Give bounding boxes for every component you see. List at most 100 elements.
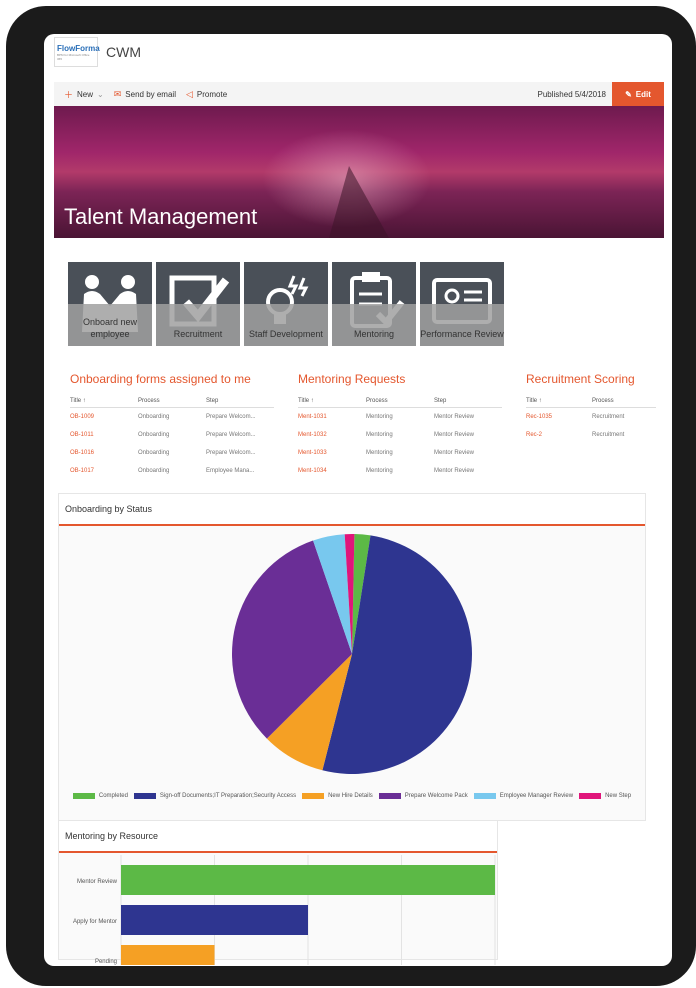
list-item[interactable]: Ment-1033 Mentoring Mentor Review (298, 444, 502, 462)
item-title-link[interactable]: OB-1016 (70, 450, 138, 456)
list-header: Title ↑ Process Step (298, 394, 502, 408)
published-status: Published 5/4/2018 (537, 89, 607, 99)
legend-label: New Hire Details (328, 793, 373, 799)
list-item[interactable]: Ment-1032 Mentoring Mentor Review (298, 426, 502, 444)
edit-button[interactable]: ✎ Edit (612, 82, 664, 106)
tile-label: Staff Development (249, 329, 323, 339)
list-item[interactable]: OB-1017 Onboarding Employee Mana... (70, 462, 274, 480)
tile-onboard-new-employee[interactable]: Onboard new employee (68, 262, 152, 346)
legend-item[interactable]: Prepare Welcome Pack (378, 790, 468, 802)
logo-subtext: BPM for Microsoft Office 365 (57, 52, 90, 61)
item-title-link[interactable]: OB-1011 (70, 432, 138, 438)
col-process-header[interactable]: Process (592, 398, 656, 404)
panel-title: Onboarding by Status (59, 494, 645, 526)
legend-swatch (133, 793, 156, 799)
item-title-link[interactable]: Ment-1031 (298, 414, 366, 420)
item-title-link[interactable]: OB-1009 (70, 414, 138, 420)
tile-label: Onboard new employee (82, 317, 138, 339)
legend-label: Completed (98, 793, 128, 799)
item-title-link[interactable]: Ment-1034 (298, 468, 366, 474)
bar-category-label: Pending (95, 959, 117, 965)
bar-category-label: Apply for Mentor (73, 919, 117, 925)
command-bar: ＋ New ⌄ ✉ Send by email ◁ Promote Publis… (54, 82, 664, 106)
pie-legend: Completed Sign-off Documents;IT Preparati… (59, 790, 645, 804)
tablet-frame: FlowForma BPM for Microsoft Office 365 C… (6, 6, 696, 986)
chevron-down-icon: ⌄ (97, 89, 104, 99)
legend-label: Sign-off Documents;IT Preparation;Securi… (159, 793, 297, 799)
item-title-link[interactable]: OB-1017 (70, 468, 138, 474)
legend-swatch (378, 793, 401, 799)
item-title-link[interactable]: Rec-1035 (526, 414, 592, 420)
legend-label: Employee Manager Review (499, 793, 574, 799)
item-process: Onboarding (138, 432, 170, 438)
bar-chart: Mentor Review Apply for Mentor Pending (73, 855, 496, 965)
list-header: Title ↑ Process Step (70, 394, 274, 408)
item-step: Mentor Review (434, 450, 475, 456)
item-process: Recruitment (592, 432, 625, 438)
tile-label: Mentoring (353, 329, 395, 339)
legend-item[interactable]: Employee Manager Review (473, 790, 574, 802)
tile-mentoring[interactable]: Mentoring (332, 262, 416, 346)
quick-links: Onboard new employee Recruitment Staff D… (68, 262, 508, 346)
list-item[interactable]: OB-1011 Onboarding Prepare Welcom... (70, 426, 274, 444)
list-item[interactable]: OB-1009 Onboarding Prepare Welcom... (70, 408, 274, 426)
item-step: Mentor Review (434, 432, 475, 438)
tile-label: Recruitment (173, 329, 223, 339)
mentoring-resource-panel: Mentoring by Resource Mentor Review Apply… (58, 820, 498, 965)
item-process: Onboarding (138, 468, 170, 474)
legend-swatch (302, 793, 325, 799)
bar[interactable] (121, 865, 495, 895)
new-label: New (77, 89, 94, 99)
legend-item[interactable]: New Step (579, 790, 631, 802)
legend-item[interactable]: Completed (72, 790, 128, 802)
list-item[interactable]: OB-1016 Onboarding Prepare Welcom... (70, 444, 274, 462)
item-title-link[interactable]: Ment-1033 (298, 450, 366, 456)
send-by-email-button[interactable]: ✉ Send by email (114, 89, 176, 100)
item-step: Prepare Welcom... (206, 450, 256, 456)
tile-performance-review[interactable]: Performance Review (420, 262, 504, 346)
col-process-header[interactable]: Process (366, 398, 434, 404)
new-button[interactable]: ＋ New ⌄ (64, 88, 104, 101)
bar[interactable] (121, 905, 308, 935)
bar[interactable] (121, 945, 215, 965)
hero-banner: Talent Management (54, 106, 664, 238)
onboarding-list-title[interactable]: Onboarding forms assigned to me (70, 372, 274, 386)
legend-item[interactable]: Sign-off Documents;IT Preparation;Securi… (133, 790, 297, 802)
onboarding-list: Onboarding forms assigned to me Title ↑ … (70, 372, 274, 480)
col-step-header[interactable]: Step (434, 398, 502, 404)
legend-label: Prepare Welcome Pack (404, 793, 468, 799)
list-item[interactable]: Ment-1034 Mentoring Mentor Review (298, 462, 502, 480)
item-title-link[interactable]: Rec-2 (526, 432, 592, 438)
item-step: Prepare Welcom... (206, 414, 256, 420)
flowforma-logo[interactable]: FlowForma BPM for Microsoft Office 365 (54, 37, 100, 67)
mail-icon: ✉ (113, 88, 122, 99)
list-item[interactable]: Rec-2 Recruitment (526, 426, 656, 444)
tile-label: Performance Review (420, 329, 504, 339)
hero-title: Talent Management (64, 204, 258, 229)
tile-staff-development[interactable]: Staff Development (244, 262, 328, 346)
col-title-header[interactable]: Title ↑ (526, 398, 592, 404)
logo-text: FlowForma (57, 43, 100, 53)
send-label: Send by email (125, 89, 176, 99)
col-process-header[interactable]: Process (138, 398, 206, 404)
promote-button[interactable]: ◁ Promote (186, 89, 227, 100)
item-process: Onboarding (138, 450, 170, 456)
col-title-header[interactable]: Title ↑ (298, 398, 366, 404)
list-item[interactable]: Rec-1035 Recruitment (526, 408, 656, 426)
col-title-header[interactable]: Title ↑ (70, 398, 138, 404)
col-step-header[interactable]: Step (206, 398, 274, 404)
mentoring-list-title[interactable]: Mentoring Requests (298, 372, 502, 386)
pencil-icon: ✎ (625, 89, 632, 99)
legend-item[interactable]: New Hire Details (302, 790, 373, 802)
list-item[interactable]: Ment-1031 Mentoring Mentor Review (298, 408, 502, 426)
onboarding-status-panel: Onboarding by Status Completed Sign-off D… (58, 493, 646, 821)
site-title[interactable]: CWM (106, 44, 141, 60)
list-header: Title ↑ Process (526, 394, 656, 408)
item-step: Prepare Welcom... (206, 432, 256, 438)
tile-recruitment[interactable]: Recruitment (156, 262, 240, 346)
megaphone-icon: ◁ (185, 88, 193, 99)
screen: FlowForma BPM for Microsoft Office 365 C… (44, 34, 672, 966)
recruitment-list-title[interactable]: Recruitment Scoring (526, 372, 656, 386)
road-image (329, 166, 389, 238)
item-title-link[interactable]: Ment-1032 (298, 432, 366, 438)
